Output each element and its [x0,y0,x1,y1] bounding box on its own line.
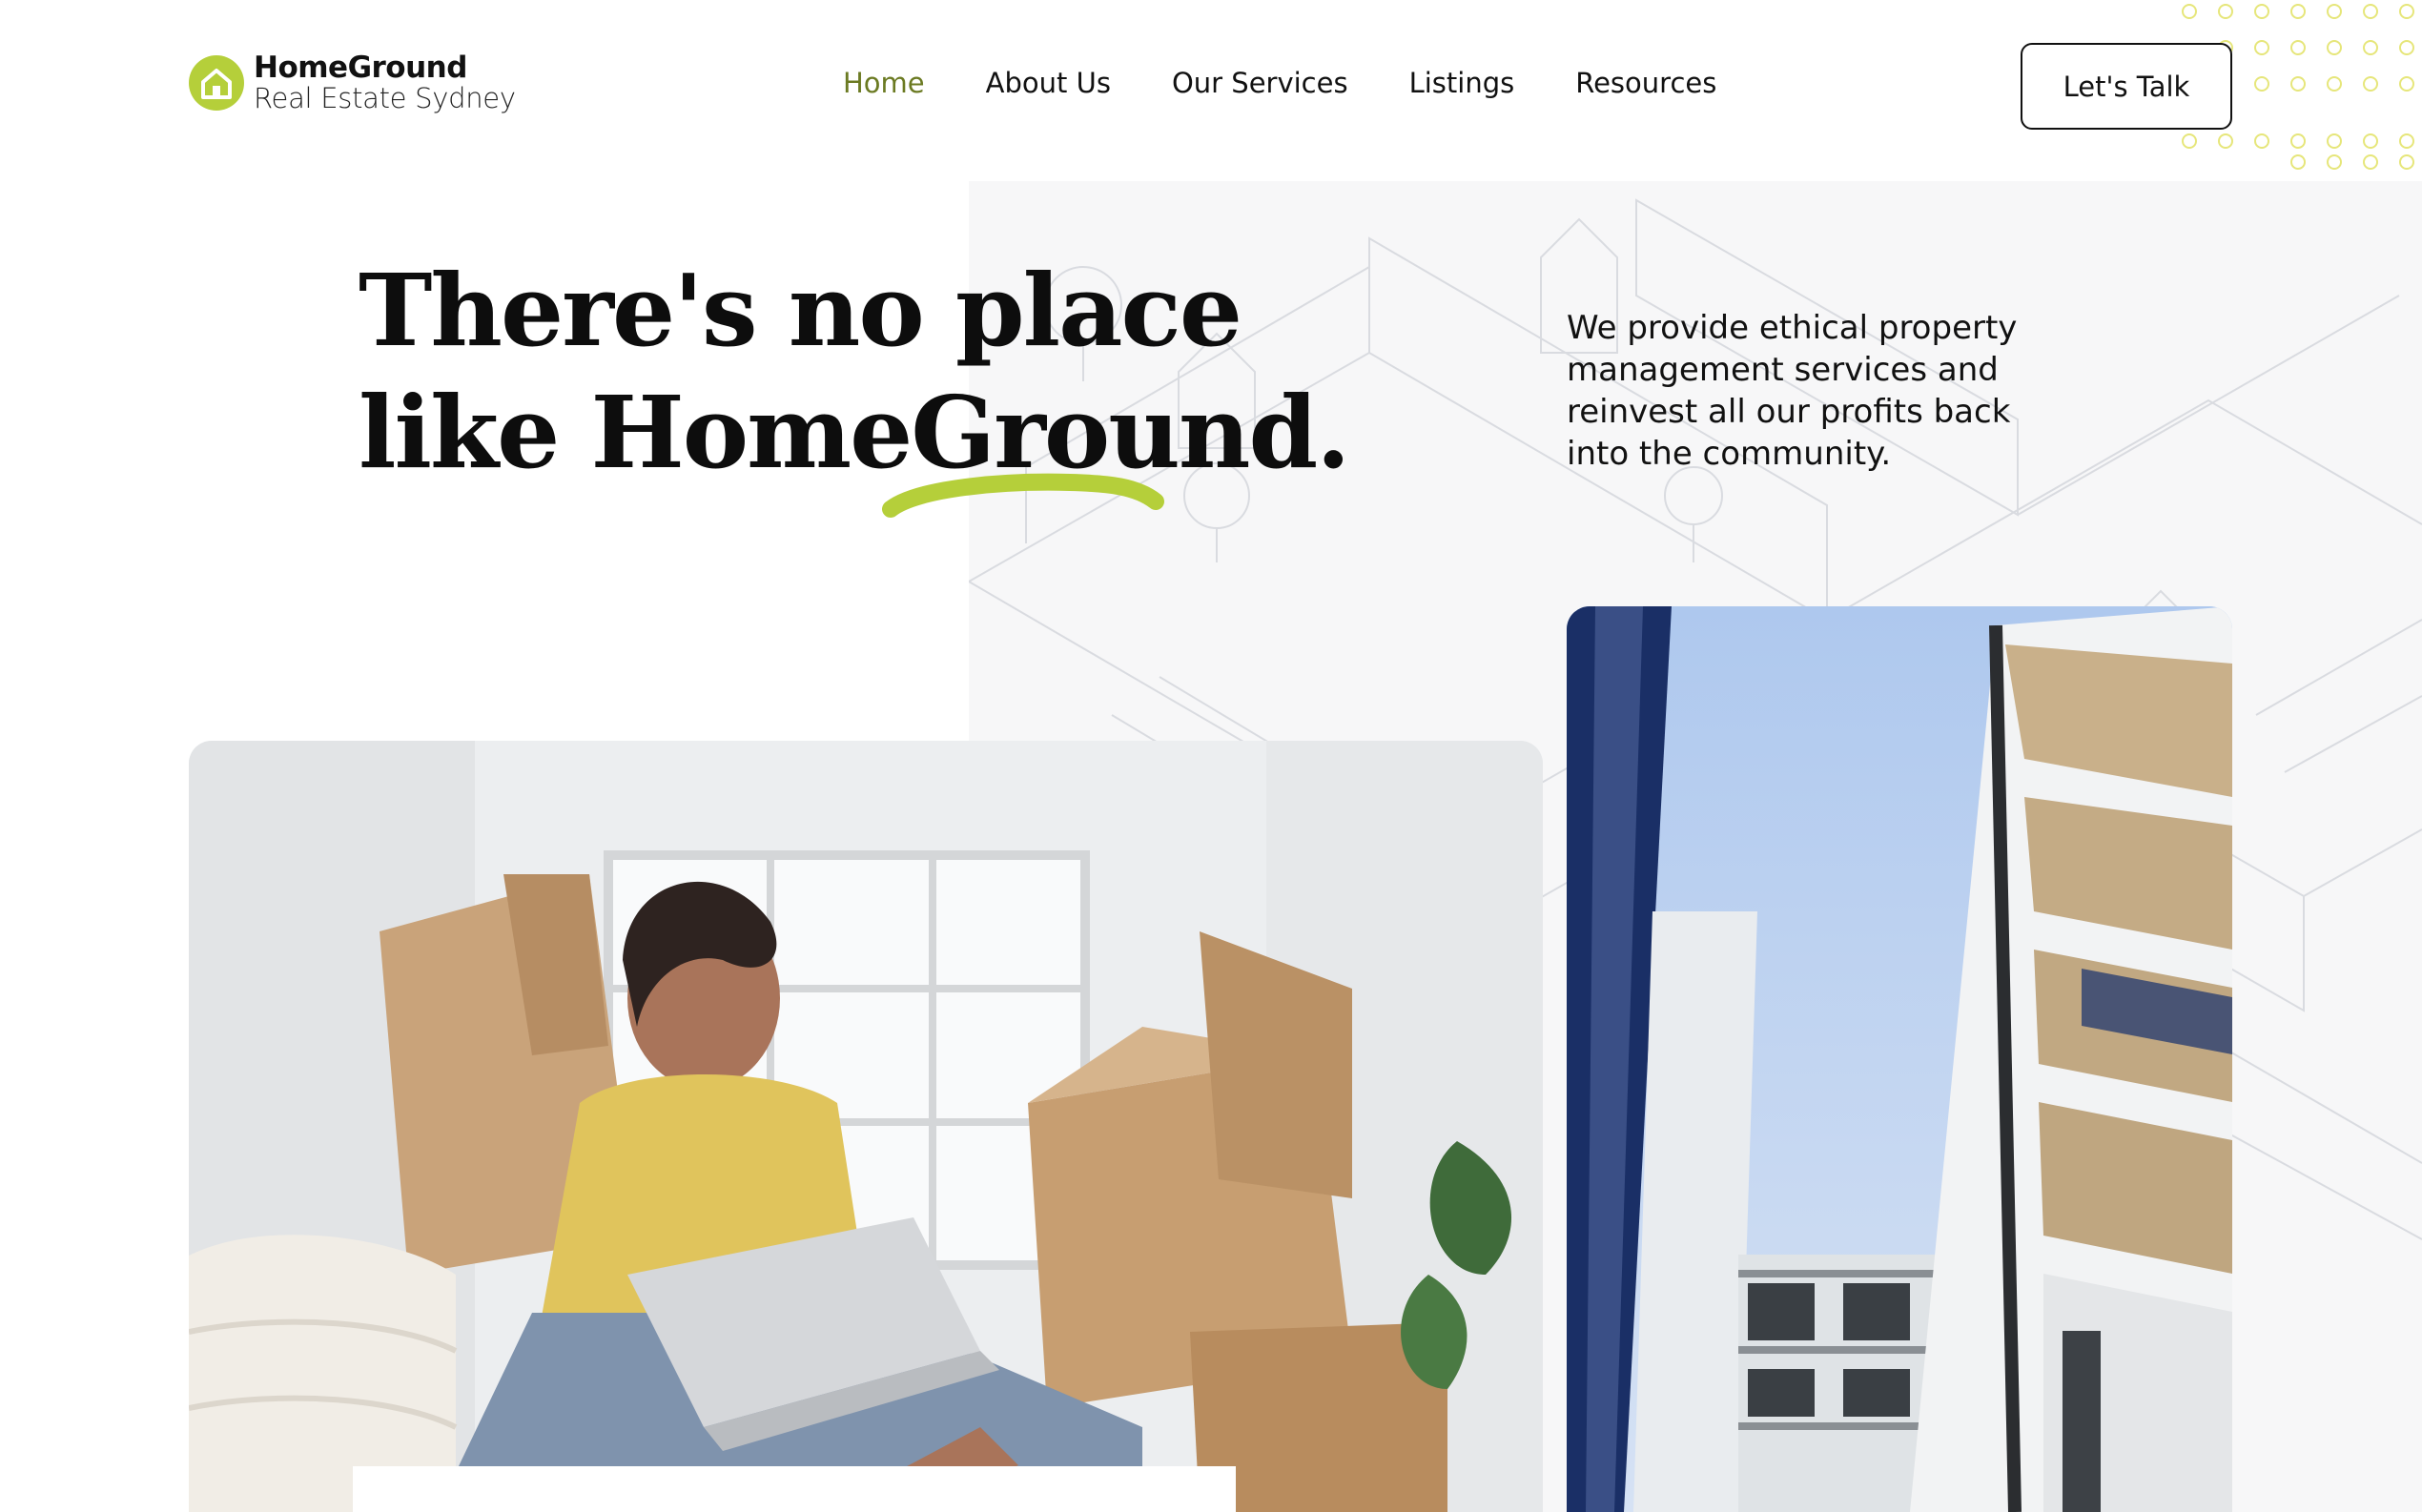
woman-with-laptop-photo [189,741,1543,1512]
logo-name: HomeGround [254,51,467,85]
nav-our-services[interactable]: Our Services [1172,67,1348,99]
underline-swoosh [882,473,1164,518]
nav-listings[interactable]: Listings [1409,67,1515,99]
hero-description: We provide ethical property management s… [1567,309,2018,473]
lets-talk-button[interactable]: Let's Talk [2021,43,2232,130]
logo-subtitle: Real Estate Sydney [254,82,516,114]
site-header: HomeGround Real Estate Sydney Home About… [0,0,2422,172]
logo[interactable]: HomeGround Real Estate Sydney [187,53,516,112]
apartment-building-photo [1567,606,2232,1512]
nav-about-us[interactable]: About Us [986,67,1111,99]
nav-resources[interactable]: Resources [1575,67,1716,99]
hero-title-line-1: There's no place [359,252,1242,369]
hero-title: There's no place like HomeGround. [359,250,1350,494]
overlay-card [353,1466,1236,1512]
house-icon [189,55,244,111]
nav-home[interactable]: Home [843,67,925,99]
main-nav: Home About Us Our Services Listings Reso… [843,67,1777,99]
